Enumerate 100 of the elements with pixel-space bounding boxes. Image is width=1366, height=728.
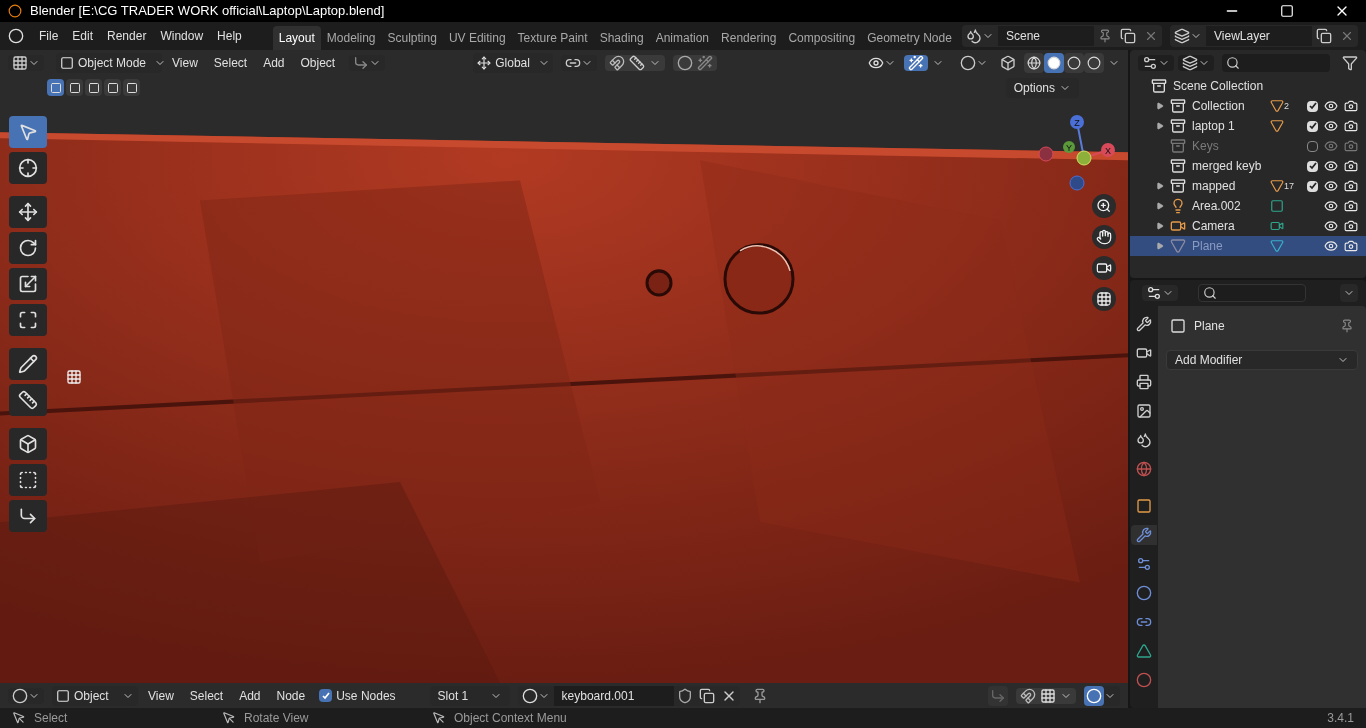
outliner-row[interactable]: Camera: [1130, 216, 1366, 236]
expand-arrow-icon[interactable]: [1156, 182, 1164, 190]
workspace-tab[interactable]: Modeling: [320, 26, 382, 50]
proportional-edit-icon[interactable]: [677, 54, 694, 71]
options-button[interactable]: [1340, 284, 1358, 302]
menu-item[interactable]: Object: [294, 53, 342, 72]
shear-tool-button[interactable]: [9, 464, 47, 496]
select-tool-button[interactable]: [9, 116, 47, 148]
shader-type-dropdown[interactable]: Object: [52, 685, 138, 706]
new-scene-icon[interactable]: [1120, 28, 1136, 44]
overlay-icon[interactable]: [960, 54, 976, 71]
snap-grid-icon[interactable]: [1040, 687, 1056, 704]
menu-item[interactable]: Select: [183, 686, 230, 705]
menu-item[interactable]: Edit: [65, 27, 101, 45]
menu-item[interactable]: Select: [207, 53, 254, 72]
measure-tool-button[interactable]: [9, 384, 47, 416]
exclude-checkbox[interactable]: [1307, 140, 1318, 152]
bend-tool-button[interactable]: [9, 500, 47, 532]
maximize-icon[interactable]: [1280, 4, 1294, 18]
workspace-tab[interactable]: Shading: [593, 26, 650, 50]
parent-icon[interactable]: [988, 685, 1008, 706]
add-modifier-dropdown[interactable]: Add Modifier: [1166, 350, 1358, 370]
expand-arrow-icon[interactable]: [1156, 202, 1164, 210]
xray-icon[interactable]: [1000, 54, 1016, 71]
options-dropdown[interactable]: Options: [1005, 77, 1079, 98]
menu-item[interactable]: Window: [153, 27, 211, 45]
workspace-tab[interactable]: Rendering: [715, 26, 783, 50]
display-mode-icon[interactable]: [1142, 54, 1158, 71]
blender-logo-icon[interactable]: [8, 28, 24, 44]
shading-mode-button[interactable]: [1084, 52, 1104, 73]
visibility-icon[interactable]: [1324, 119, 1338, 133]
visibility-icon[interactable]: [1324, 199, 1338, 213]
pin-icon[interactable]: [1340, 319, 1354, 333]
workspace-tab[interactable]: Animation: [649, 26, 716, 50]
navigation-gizmo[interactable]: Z Y X: [1030, 110, 1120, 192]
visibility-icon[interactable]: [1324, 239, 1338, 253]
workspace-tab[interactable]: Sculpting: [381, 26, 443, 50]
menu-item[interactable]: Add: [233, 686, 267, 705]
workspace-tab[interactable]: Layout: [272, 26, 321, 50]
menu-item[interactable]: Help: [210, 27, 249, 45]
material-field[interactable]: keyboard.001: [553, 685, 674, 706]
exclude-checkbox[interactable]: [1307, 100, 1318, 112]
transform-tool-button[interactable]: [9, 304, 47, 336]
outliner-row[interactable]: Collection 2: [1130, 96, 1366, 116]
visibility-icon[interactable]: [1324, 219, 1338, 233]
search-field[interactable]: [1198, 284, 1306, 302]
outliner-row[interactable]: merged keyb: [1130, 156, 1366, 176]
select-mode-button[interactable]: [104, 79, 121, 96]
menu-item[interactable]: View: [142, 686, 180, 705]
workspace-tab[interactable]: Texture Paint: [511, 26, 594, 50]
shading-mode-button[interactable]: [1064, 52, 1084, 73]
use-nodes-checkbox[interactable]: Use Nodes: [319, 686, 396, 705]
transform-icon[interactable]: [353, 54, 370, 71]
gizmo-icon[interactable]: [908, 54, 924, 71]
exclude-checkbox[interactable]: [1307, 120, 1318, 132]
material-icon[interactable]: [521, 687, 538, 704]
shield-icon[interactable]: [676, 687, 693, 704]
outliner-root[interactable]: Scene Collection: [1173, 77, 1264, 95]
visibility-icon[interactable]: [1324, 179, 1338, 193]
editor-type-icon[interactable]: [1146, 285, 1162, 301]
scale-tool-button[interactable]: [9, 268, 47, 300]
snap-icon[interactable]: [609, 54, 626, 71]
orientation-dropdown[interactable]: Global: [473, 52, 554, 73]
duplicate-icon[interactable]: [698, 687, 715, 704]
outliner-row[interactable]: mapped 17: [1130, 176, 1366, 196]
expand-arrow-icon[interactable]: [1156, 122, 1164, 130]
shading-mode-button[interactable]: [1044, 52, 1064, 73]
workspace-tab[interactable]: Compositing: [782, 26, 862, 50]
annotate-tool-button[interactable]: [9, 348, 47, 380]
select-mode-button[interactable]: [66, 79, 83, 96]
menu-item[interactable]: Render: [100, 27, 154, 45]
menu-item[interactable]: File: [32, 27, 66, 45]
new-view-layer-icon[interactable]: [1316, 28, 1332, 44]
workspace-tab[interactable]: Geometry Node: [861, 26, 958, 50]
add-tool-button[interactable]: [9, 428, 47, 460]
visibility-icon[interactable]: [1324, 99, 1338, 113]
scene-field[interactable]: Scene: [998, 26, 1094, 46]
expand-arrow-icon[interactable]: [1156, 242, 1164, 250]
select-mode-button[interactable]: [47, 79, 64, 96]
pin-icon[interactable]: [1098, 29, 1112, 43]
visibility-icon[interactable]: [1324, 159, 1338, 173]
search-field[interactable]: [1222, 53, 1330, 72]
expand-arrow-icon[interactable]: [1156, 222, 1164, 230]
select-mode-button[interactable]: [85, 79, 102, 96]
cursor-tool-button[interactable]: [9, 152, 47, 184]
exclude-checkbox[interactable]: [1307, 180, 1318, 192]
view-layer-icon[interactable]: [1182, 54, 1198, 71]
workspace-tab[interactable]: UV Editing: [442, 26, 512, 50]
outliner-row[interactable]: laptop 1: [1130, 116, 1366, 136]
menu-item[interactable]: Add: [257, 53, 291, 72]
snap-target-icon[interactable]: [629, 54, 646, 71]
view-layer-field[interactable]: ViewLayer: [1206, 26, 1312, 46]
editor-type-icon[interactable]: [12, 54, 28, 71]
rotate-tool-button[interactable]: [9, 232, 47, 264]
menu-item[interactable]: View: [166, 53, 204, 72]
snap-icon[interactable]: [1020, 687, 1036, 704]
move-tool-button[interactable]: [9, 196, 47, 228]
falloff-icon[interactable]: [697, 54, 714, 71]
editor-type-icon[interactable]: [12, 687, 28, 704]
overlay-icon[interactable]: [1084, 685, 1104, 706]
